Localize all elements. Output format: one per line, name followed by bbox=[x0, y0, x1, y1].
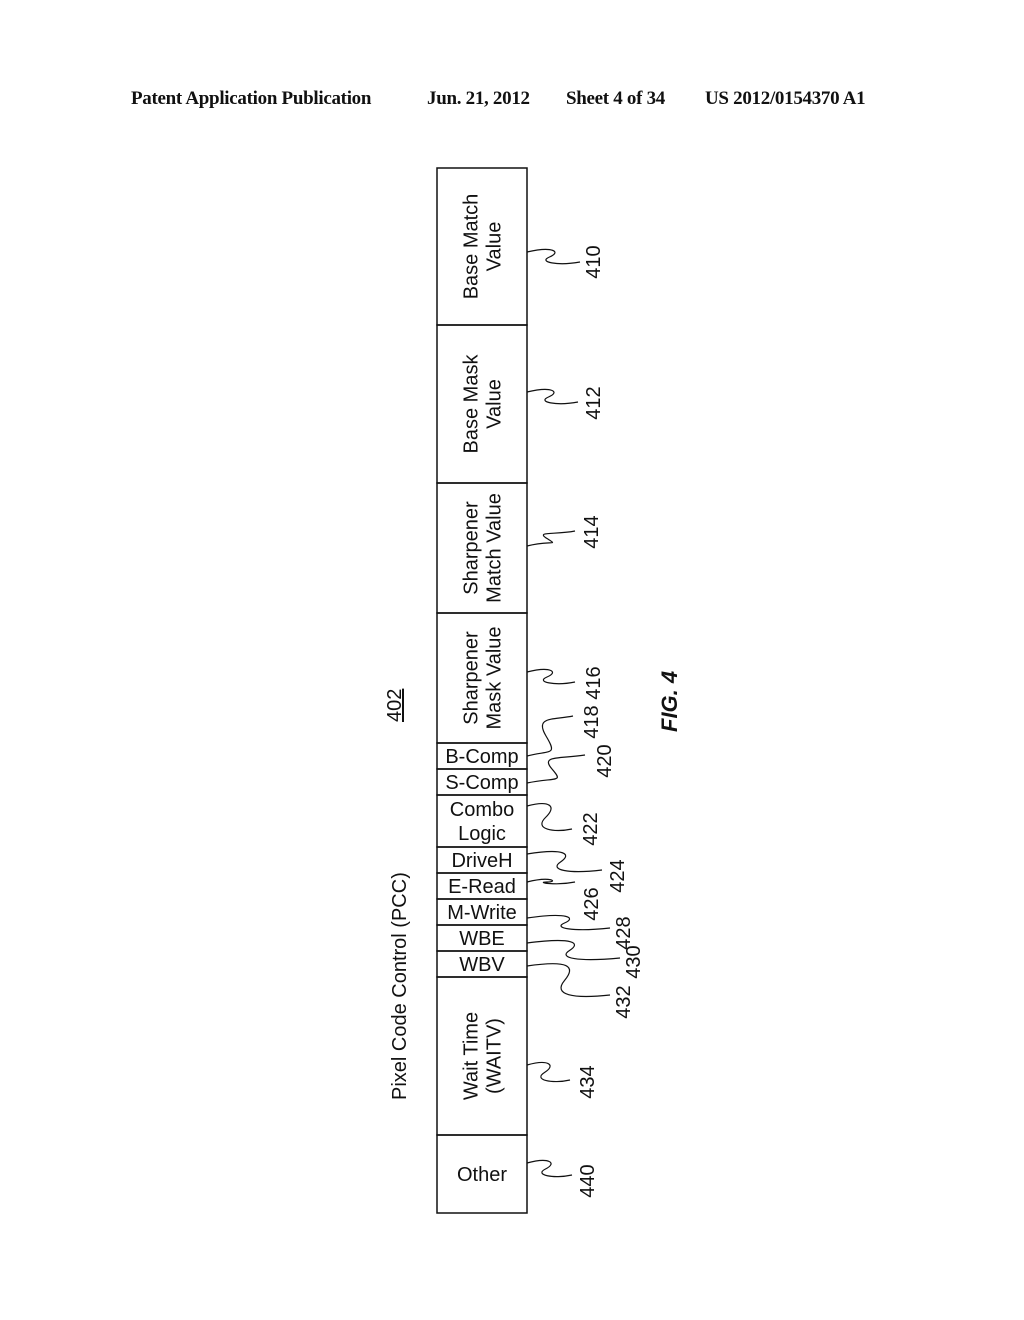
ref-numeral-426: 426 bbox=[581, 887, 603, 920]
ref-numeral-422: 422 bbox=[580, 812, 602, 845]
field-412: Base Mask Value 412 bbox=[436, 324, 605, 484]
pcc-register-diagram: Pixel Code Control (PCC) 402 FIG. 4 Base… bbox=[384, 167, 682, 1214]
leader-line bbox=[526, 388, 579, 405]
field-label: M-Write bbox=[447, 902, 517, 924]
leader-line bbox=[526, 1061, 571, 1083]
field-label: Base Mask bbox=[461, 354, 483, 454]
field-434: Wait Time (WAITV) 434 bbox=[436, 976, 599, 1136]
field-440: Other 440 bbox=[436, 1134, 599, 1214]
ref-numeral-410: 410 bbox=[583, 245, 605, 278]
field-label: Value bbox=[484, 379, 506, 429]
field-label: WBV bbox=[459, 954, 505, 976]
ref-numeral-440: 440 bbox=[577, 1164, 599, 1197]
leader-line bbox=[526, 803, 573, 832]
leader-line bbox=[526, 850, 603, 873]
field-label: Base Match bbox=[461, 194, 483, 300]
field-label: Other bbox=[457, 1164, 507, 1186]
field-414: Sharpener Match Value 414 bbox=[436, 482, 603, 614]
ref-numeral-420: 420 bbox=[594, 744, 616, 777]
ref-numeral-424: 424 bbox=[607, 859, 629, 892]
field-label: B-Comp bbox=[445, 746, 518, 768]
leader-line bbox=[526, 1159, 573, 1178]
ref-numeral-434: 434 bbox=[577, 1065, 599, 1098]
field-422: ComboLogic 422 bbox=[436, 794, 602, 848]
field-410: Base Match Value 410 bbox=[436, 167, 605, 326]
field-label: Sharpener bbox=[461, 631, 483, 725]
ref-numeral-418: 418 bbox=[581, 705, 603, 738]
field-label: Combo bbox=[450, 799, 514, 821]
field-label: Mask Value bbox=[484, 626, 506, 729]
ref-numeral-414: 414 bbox=[581, 515, 603, 548]
field-label: Match Value bbox=[484, 493, 506, 603]
field-label: DriveH bbox=[451, 850, 512, 872]
field-label: Sharpener bbox=[461, 501, 483, 595]
ref-numeral-432: 432 bbox=[613, 985, 635, 1018]
field-label: Value bbox=[484, 222, 506, 272]
leader-line bbox=[526, 940, 621, 961]
leader-line bbox=[526, 668, 576, 685]
ref-numeral-430: 430 bbox=[623, 945, 645, 978]
ref-numeral-412: 412 bbox=[583, 386, 605, 419]
field-432: WBV 432 bbox=[436, 950, 635, 1019]
ref-numeral-428: 428 bbox=[613, 916, 635, 949]
leader-line bbox=[526, 754, 586, 784]
field-label: (WAITV) bbox=[484, 1018, 506, 1094]
leader-line bbox=[526, 530, 576, 547]
diagram-ref-402: 402 bbox=[384, 689, 406, 722]
field-label: WBE bbox=[459, 928, 505, 950]
field-label: Logic bbox=[458, 823, 506, 845]
diagram-title: Pixel Code Control (PCC) bbox=[389, 872, 411, 1100]
field-label: S-Comp bbox=[445, 772, 518, 794]
figure-label: FIG. 4 bbox=[657, 671, 682, 732]
ref-numeral-416: 416 bbox=[583, 666, 605, 699]
leader-line bbox=[526, 248, 581, 265]
field-label: E-Read bbox=[448, 876, 516, 898]
field-label: Wait Time bbox=[461, 1012, 483, 1100]
field-416: Sharpener Mask Value 416 bbox=[436, 612, 605, 744]
leader-line bbox=[526, 963, 611, 998]
leader-line bbox=[526, 715, 574, 757]
leader-line bbox=[526, 878, 576, 885]
